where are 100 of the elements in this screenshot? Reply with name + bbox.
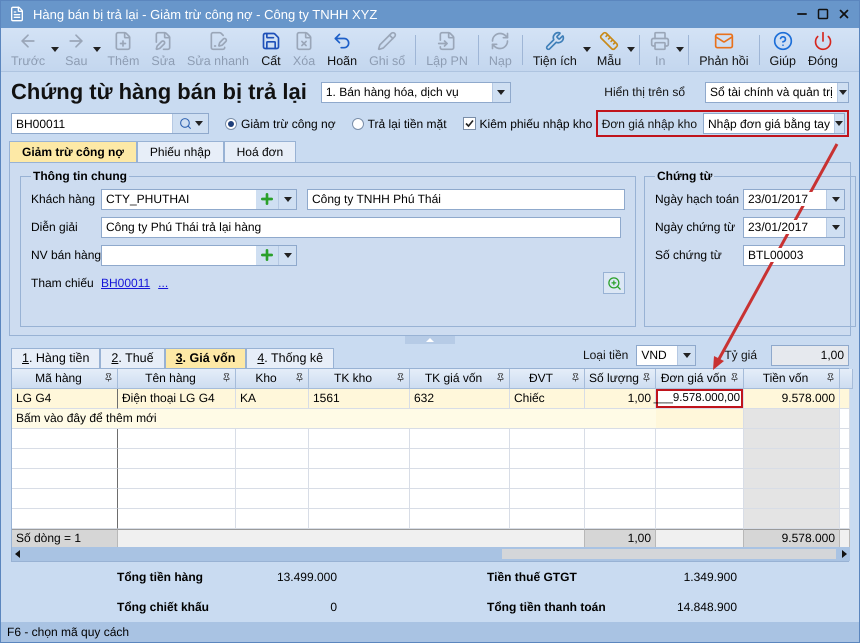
table-cell: [840, 448, 850, 469]
voucher-search-field[interactable]: BH00011: [11, 113, 209, 134]
checkbox-option[interactable]: Kiêm phiếu nhập kho: [462, 116, 592, 131]
close-icon[interactable]: [837, 7, 851, 22]
customer-name-field[interactable]: Công ty TNHH Phú Thái: [307, 188, 625, 210]
table-cell: [585, 428, 656, 449]
table-cell: 632: [410, 388, 510, 409]
toolbar-button[interactable]: Tiện ích: [526, 29, 583, 70]
table-cell: [585, 448, 656, 469]
pencil-icon: [377, 31, 398, 52]
column-header[interactable]: Số lượng: [585, 368, 656, 389]
toolbar-button[interactable]: Hoãn: [321, 29, 364, 70]
table-cell: [585, 508, 656, 529]
tab[interactable]: 2. Thuế: [100, 348, 165, 368]
toolbar-button[interactable]: Giúp: [764, 29, 802, 70]
maximize-icon[interactable]: [817, 8, 829, 20]
summary-label: Tổng tiền hàng: [117, 570, 204, 586]
pin-icon[interactable]: [642, 372, 651, 382]
column-header[interactable]: Đơn giá vốn: [656, 368, 744, 389]
scrollbar[interactable]: [12, 546, 850, 561]
pin-icon[interactable]: [571, 372, 580, 382]
pin-icon[interactable]: [496, 372, 505, 382]
document-x-icon: [294, 31, 314, 52]
table-cell: [840, 508, 850, 529]
column-header[interactable]: TK kho: [309, 368, 410, 389]
column-header[interactable]: Tiền vốn: [744, 368, 840, 389]
caret-icon: [284, 252, 292, 258]
summary-label: Tổng tiền thanh toán: [487, 600, 607, 616]
column-header[interactable]: Tên hàng: [118, 368, 236, 389]
exchange-rate-field[interactable]: 1,00: [771, 344, 849, 366]
summary-value: 14.848.900: [676, 600, 737, 616]
exchange-rate-label: Tỷ giá: [724, 348, 757, 362]
refresh-icon: [490, 31, 510, 52]
field-label: Ngày chứng từ: [655, 220, 736, 234]
caret-icon: [497, 90, 506, 95]
field-label: Tham chiếu: [31, 276, 95, 290]
pin-icon[interactable]: [295, 372, 304, 382]
toolbar-button[interactable]: Phản hồi: [693, 29, 755, 70]
pin-icon[interactable]: [222, 372, 231, 382]
date-field[interactable]: 23/01/2017: [743, 216, 845, 238]
summary-value: 1.349.900: [682, 570, 737, 586]
pin-icon[interactable]: [104, 372, 113, 382]
description-field[interactable]: Công ty Phú Thái trả lại hàng: [101, 216, 621, 238]
reference-link[interactable]: BH00011: [101, 276, 150, 290]
customer-code-field[interactable]: CTY_PHUTHAI: [101, 188, 297, 210]
column-header[interactable]: TK giá vốn: [410, 368, 510, 389]
table-cell: [585, 488, 656, 509]
toolbar-button[interactable]: Mẫu: [590, 29, 628, 70]
tab[interactable]: Hoá đơn: [224, 141, 296, 162]
summary-label: Tiền thuế GTGT: [487, 570, 578, 586]
tab[interactable]: Giảm trừ công nợ: [9, 141, 137, 162]
tab[interactable]: 3. Giá vốn: [164, 348, 246, 368]
ruler-icon: [599, 31, 620, 52]
pin-icon[interactable]: [396, 372, 405, 382]
field-label: Diễn giải: [31, 220, 79, 234]
new-row-prompt[interactable]: Bấm vào đây để thêm mới: [12, 408, 656, 429]
add-reference-button[interactable]: [603, 272, 625, 294]
plus-icon[interactable]: [259, 191, 275, 208]
reference-link[interactable]: ...: [158, 276, 168, 290]
table-cell: [840, 468, 850, 489]
radio-option[interactable]: Trả lại tiền mặt: [352, 116, 447, 131]
document-plus-icon: [113, 31, 134, 52]
tab[interactable]: 4. Thống kê: [246, 348, 334, 368]
caret-icon: [835, 121, 844, 126]
tab[interactable]: 1. Hàng tiền: [11, 348, 100, 368]
column-header[interactable]: ĐVT: [510, 368, 585, 389]
date-field[interactable]: 23/01/2017: [743, 188, 845, 210]
radio-option[interactable]: Giảm trừ công nợ: [225, 116, 336, 131]
undo-icon: [332, 31, 352, 52]
field-label: Số chứng từ: [655, 248, 723, 262]
printer-icon: [650, 31, 670, 52]
toolbar-button[interactable]: Cất: [254, 29, 287, 70]
voucher-number-field[interactable]: BTL00003: [743, 244, 845, 266]
column-header[interactable]: Mã hàng: [12, 368, 118, 389]
ledger-label: Hiển thị trên sổ: [604, 85, 685, 100]
column-header[interactable]: Kho: [236, 368, 309, 389]
table-cell: 1561: [309, 388, 410, 409]
table-cell: LG G4: [12, 388, 118, 409]
summary-value: 13.499.000: [276, 570, 337, 586]
scrollbar-thumb[interactable]: [502, 548, 836, 559]
total-cell: 9.578.000: [744, 528, 840, 547]
currency-label: Loại tiền: [582, 348, 628, 362]
currency-dropdown[interactable]: VND: [636, 344, 696, 366]
ledger-dropdown[interactable]: Sổ tài chính và quản trị: [705, 82, 849, 103]
toolbar-button[interactable]: Đóng: [802, 29, 844, 70]
wrench-icon: [544, 31, 565, 52]
plus-icon[interactable]: [259, 247, 275, 264]
table-cell: [840, 388, 850, 409]
pin-icon[interactable]: [730, 372, 739, 382]
status-bar: F6 - chọn mã quy cách: [1, 622, 859, 642]
unit-price-dropdown[interactable]: Nhập đơn giá bằng tay: [703, 113, 845, 134]
power-icon: [812, 31, 833, 52]
tab[interactable]: Phiếu nhập: [136, 141, 224, 162]
sale-type-dropdown[interactable]: 1. Bán hàng hóa, dịch vụ: [320, 82, 511, 103]
pin-icon[interactable]: [826, 372, 835, 382]
checkmark-icon: [464, 119, 474, 128]
table-cell: [840, 428, 850, 449]
row-count: Số dòng = 1: [12, 528, 118, 547]
salesperson-field[interactable]: [101, 244, 297, 266]
window-title: Hàng bán bị trả lại - Giảm trừ công nợ - Công ty TNHH XYZ: [33, 6, 378, 22]
